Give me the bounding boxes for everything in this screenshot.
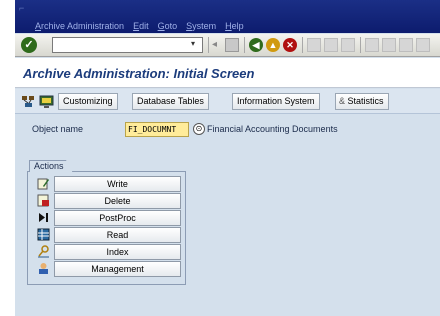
history-back-icon[interactable]: ◂ (212, 38, 226, 52)
delete-icon (37, 194, 50, 207)
menu-mnemonic: H (225, 21, 232, 31)
actions-group: Write Delete PostProc Read Index Managem… (27, 171, 186, 285)
delete-button[interactable]: Delete (54, 193, 181, 209)
write-icon (37, 177, 50, 190)
title-bar: Archive Administration: Initial Screen (15, 58, 440, 88)
actions-group-title: Actions (29, 160, 73, 172)
monitor-icon[interactable] (39, 94, 54, 109)
find-icon[interactable] (324, 38, 338, 52)
action-row-write: Write (35, 176, 181, 192)
system-toolbar: ✓ ▾ ◂ ◀ ▲ ✕ (15, 34, 440, 57)
hierarchy-icon[interactable] (21, 94, 36, 109)
menu-mnemonic: E (133, 21, 140, 31)
application-toolbar: Customizing Database Tables Information … (15, 89, 440, 114)
management-button[interactable]: Management (54, 261, 181, 277)
screenshot-frame: ⌐ Archive Administration Edit Goto Syste… (0, 0, 440, 316)
print-icon[interactable] (307, 38, 321, 52)
menu-system[interactable]: System (186, 21, 216, 31)
exit-icon[interactable]: ▲ (266, 38, 280, 52)
menu-mnemonic: S (186, 21, 193, 31)
menu-bar: ⌐ Archive Administration Edit Goto Syste… (15, 0, 440, 33)
window-menu-icon[interactable]: ⌐ (19, 3, 24, 13)
management-icon (37, 262, 50, 275)
object-name-label: Object name (32, 124, 84, 134)
action-row-delete: Delete (35, 193, 181, 209)
index-icon (37, 245, 50, 258)
toolbar-separator (360, 37, 361, 53)
object-name-field[interactable]: FI_DOCUMNT (125, 122, 189, 137)
toolbar-separator (208, 37, 209, 53)
command-field[interactable] (52, 37, 203, 53)
toolbar-separator (302, 37, 303, 53)
customizing-button[interactable]: Customizing (58, 93, 118, 110)
find-next-icon[interactable] (341, 38, 355, 52)
postproc-button[interactable]: PostProc (54, 210, 181, 226)
action-row-read: Read (35, 227, 181, 243)
save-icon[interactable] (225, 38, 239, 52)
menu-archive-administration[interactable]: Archive Administration (35, 21, 124, 31)
write-button[interactable]: Write (54, 176, 181, 192)
object-description: Financial Accounting Documents (207, 124, 338, 134)
statistics-button[interactable]: & Statistics (335, 93, 389, 110)
back-icon[interactable]: ◀ (249, 38, 263, 52)
menu-help[interactable]: Help (225, 21, 244, 31)
last-page-icon[interactable] (416, 38, 430, 52)
command-history-icon[interactable]: ▾ (191, 39, 199, 50)
action-row-postproc: PostProc (35, 210, 181, 226)
menu-items: Archive Administration Edit Goto System … (35, 21, 253, 31)
possible-entries-icon[interactable]: ⊙ (193, 123, 205, 135)
cancel-icon[interactable]: ✕ (283, 38, 297, 52)
first-page-icon[interactable] (365, 38, 379, 52)
toolbar-separator (244, 37, 245, 53)
index-button[interactable]: Index (54, 244, 181, 260)
enter-icon[interactable]: ✓ (21, 37, 37, 53)
database-tables-button[interactable]: Database Tables (132, 93, 209, 110)
sap-window: ⌐ Archive Administration Edit Goto Syste… (15, 0, 440, 316)
menu-edit[interactable]: Edit (133, 21, 149, 31)
read-icon (37, 228, 50, 241)
page-title: Archive Administration: Initial Screen (23, 66, 255, 81)
previous-page-icon[interactable] (382, 38, 396, 52)
menu-goto[interactable]: Goto (158, 21, 178, 31)
postproc-icon (37, 211, 50, 224)
next-page-icon[interactable] (399, 38, 413, 52)
menu-mnemonic: A (35, 21, 42, 31)
information-system-button[interactable]: Information System (232, 93, 320, 110)
menu-mnemonic: G (157, 21, 165, 31)
read-button[interactable]: Read (54, 227, 181, 243)
action-row-management: Management (35, 261, 181, 277)
action-row-index: Index (35, 244, 181, 260)
statistics-icon: & (339, 96, 346, 106)
statistics-label: Statistics (347, 96, 384, 106)
